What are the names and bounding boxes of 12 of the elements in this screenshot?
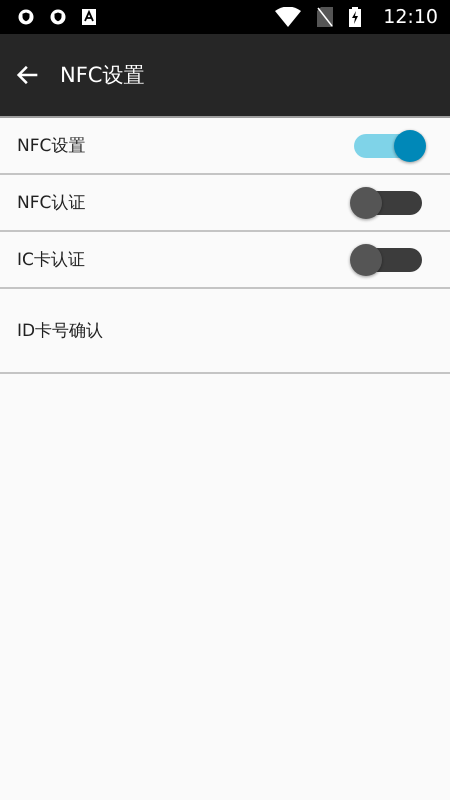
wifi-icon xyxy=(275,7,302,27)
font-icon xyxy=(82,9,96,25)
battery-charging-icon xyxy=(349,7,362,27)
shield-icon xyxy=(50,9,66,25)
setting-label: NFC设置 xyxy=(17,135,86,157)
setting-label: NFC认证 xyxy=(17,192,86,214)
setting-label: IC卡认证 xyxy=(17,249,86,271)
setting-item[interactable]: ID卡号确认 xyxy=(17,319,422,342)
no-sim-icon xyxy=(317,7,334,27)
shield-icon xyxy=(18,9,34,25)
toolbar-title: NFC设置 xyxy=(60,62,144,89)
status-time: 12:10 xyxy=(383,6,438,28)
